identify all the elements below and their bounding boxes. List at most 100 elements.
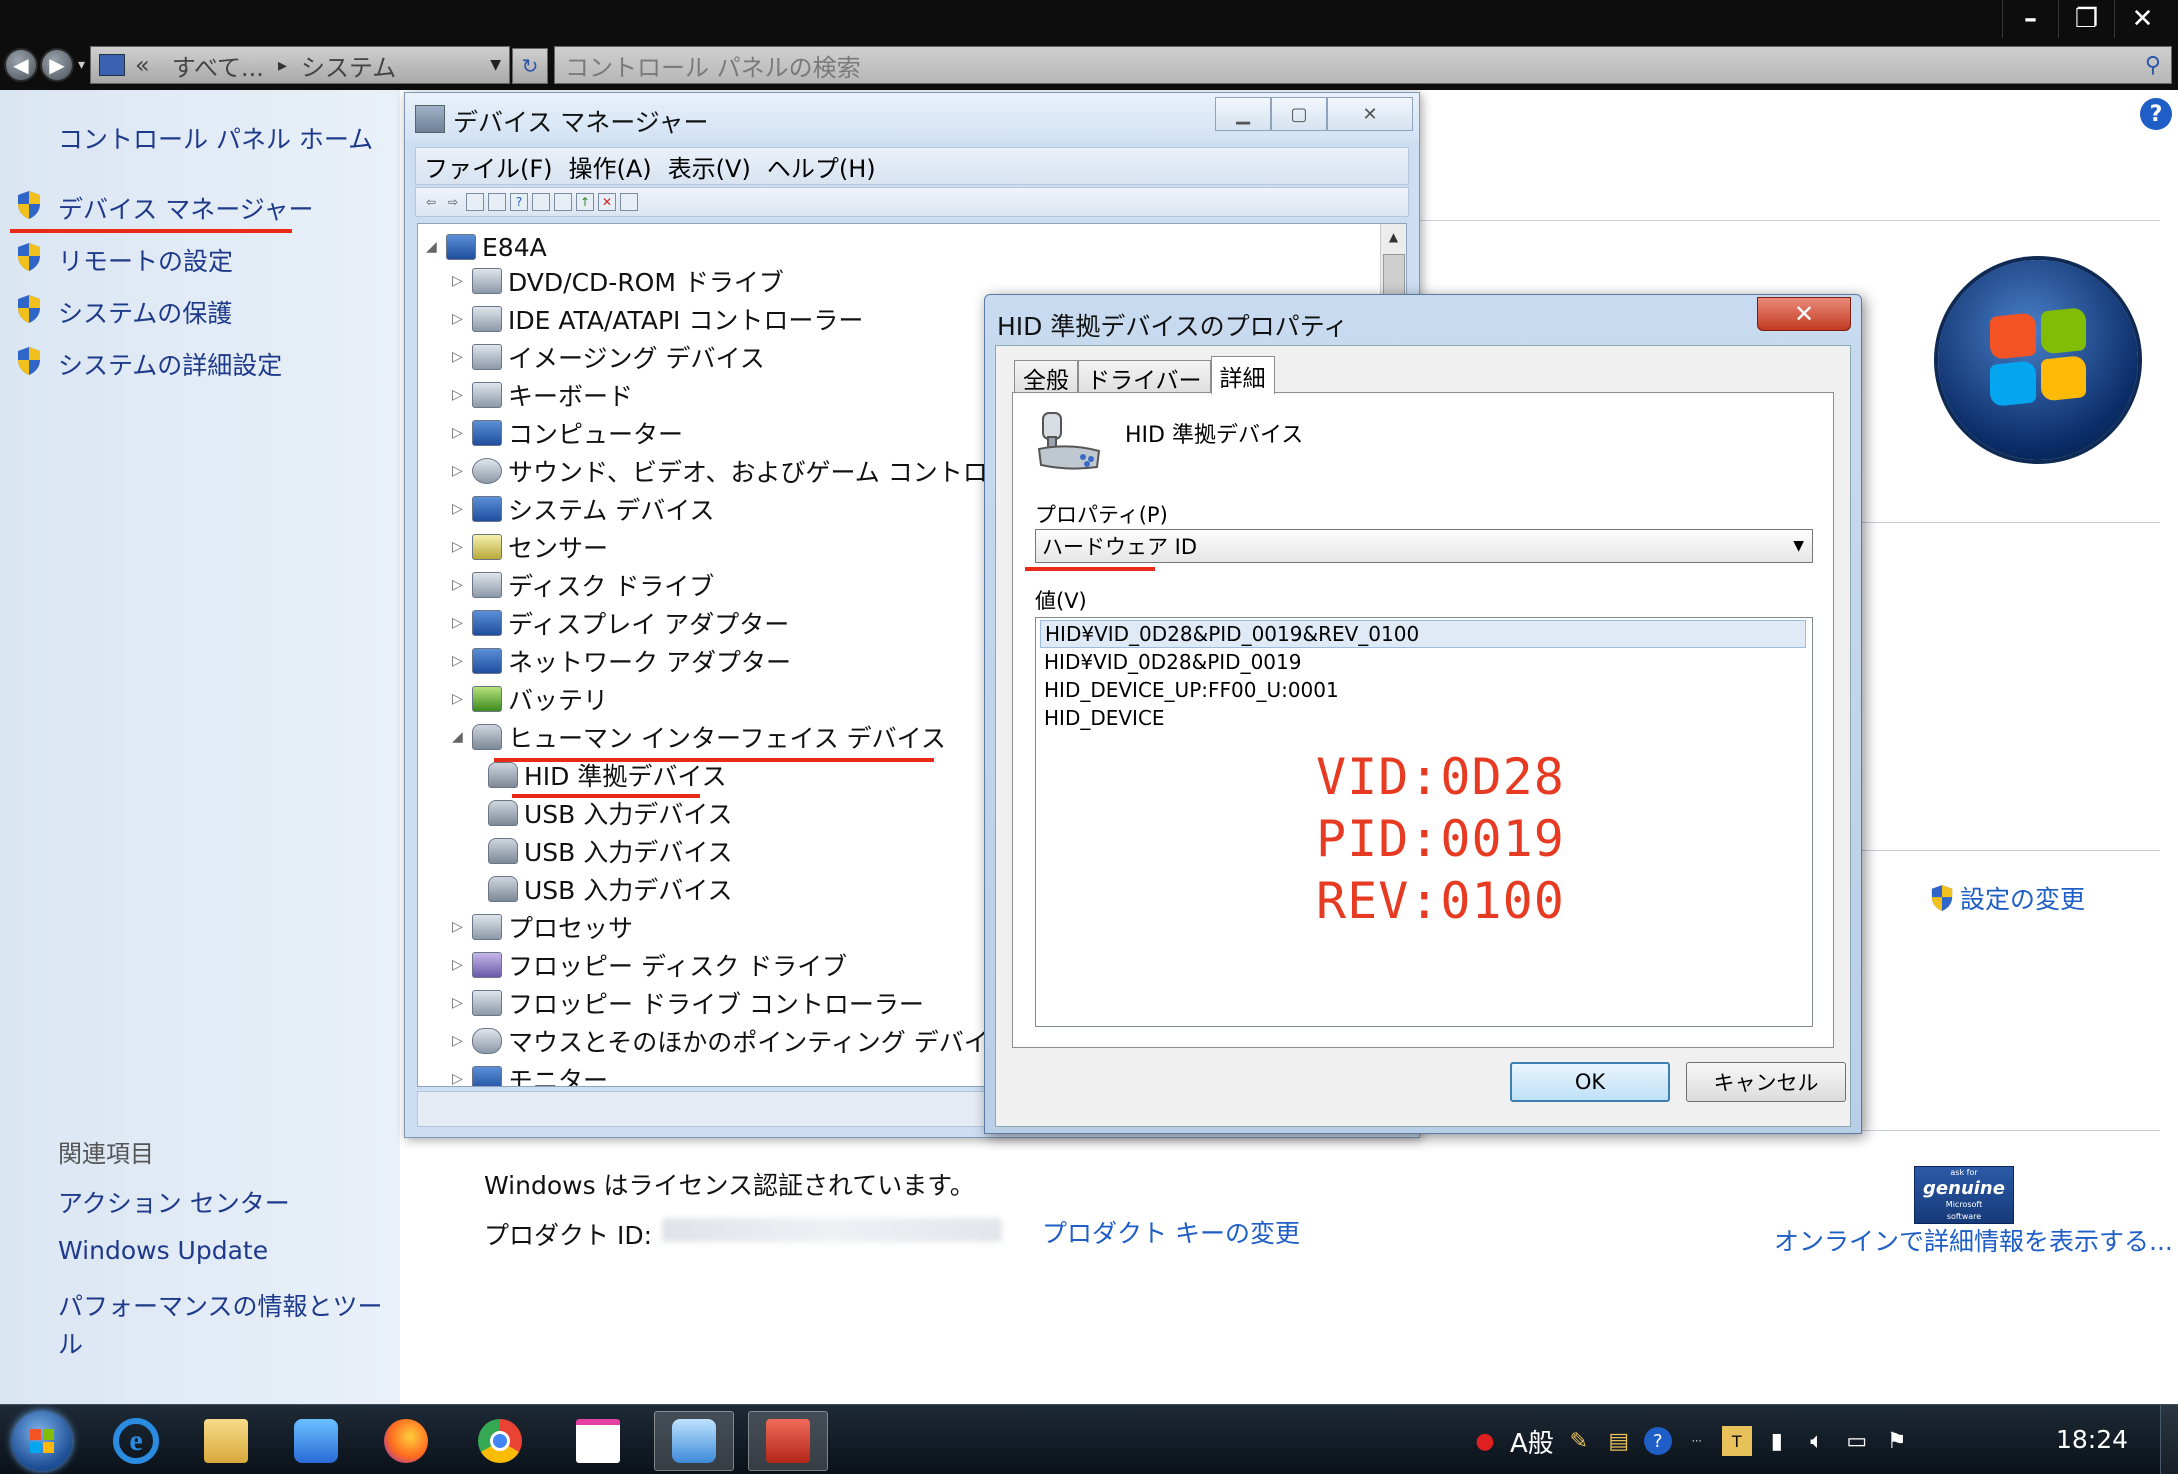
expand-icon[interactable]: ▷ — [452, 691, 466, 707]
taskbar-control-panel[interactable] — [654, 1411, 734, 1471]
start-button[interactable] — [12, 1411, 72, 1471]
task-link-advanced-settings[interactable]: システムの詳細設定 — [58, 346, 282, 382]
change-settings-label[interactable]: 設定の変更 — [1960, 880, 2085, 916]
tree-item-floppy-controllers[interactable]: ▷ フロッピー ドライブ コントローラー — [452, 986, 924, 1020]
properties-icon[interactable] — [488, 193, 506, 211]
task-link-system-protection[interactable]: システムの保護 — [58, 294, 232, 330]
tree-item-hid-compliant-device[interactable]: HID 準拠デバイス — [488, 758, 727, 792]
tree-item-usb-input-device[interactable]: USB 入力デバイス — [488, 796, 733, 830]
ime-mode-indicator[interactable]: A般 — [1510, 1423, 1554, 1460]
tree-item-display-adapters[interactable]: ▷ ディスプレイ アダプター — [452, 606, 789, 640]
tree-item-sound-video-game[interactable]: ▷ サウンド、ビデオ、およびゲーム コントロ — [452, 454, 988, 488]
refresh-button[interactable]: ↻ — [512, 48, 548, 84]
breadcrumb-overflow[interactable]: « — [135, 51, 150, 79]
taskbar-toolbox[interactable] — [748, 1411, 828, 1471]
taskbar-file-explorer[interactable] — [186, 1411, 266, 1471]
expand-icon[interactable]: ▷ — [452, 273, 466, 289]
restore-button[interactable]: ❐ — [2058, 0, 2114, 38]
ime-pad-icon[interactable]: ✎ — [1564, 1426, 1594, 1456]
change-settings-link[interactable]: 設定の変更 — [1930, 880, 2085, 916]
help-icon[interactable]: ? — [2140, 98, 2172, 130]
value-item[interactable]: HID¥VID_0D28&PID_0019 — [1040, 648, 1806, 676]
collapse-icon[interactable]: ◢ — [452, 729, 466, 745]
property-select[interactable]: ハードウェア ID ▼ — [1035, 529, 1813, 563]
minimize-button[interactable]: ▁ — [1215, 97, 1271, 131]
task-link-remote-settings[interactable]: リモートの設定 — [58, 242, 233, 278]
menu-help[interactable]: ヘルプ(H) — [767, 149, 876, 184]
close-button[interactable]: ✕ — [1327, 97, 1413, 131]
dialog-close-button[interactable]: ✕ — [1757, 297, 1851, 331]
related-link-action-center[interactable]: アクション センター — [58, 1184, 290, 1220]
tab-driver[interactable]: ドライバー — [1078, 360, 1211, 394]
related-link-windows-update[interactable]: Windows Update — [58, 1236, 268, 1265]
tree-item-human-interface-devices[interactable]: ◢ ヒューマン インターフェイス デバイス — [452, 720, 946, 754]
back-button[interactable]: ◀ — [4, 48, 38, 82]
tree-item-disk-drives[interactable]: ▷ ディスク ドライブ — [452, 568, 714, 602]
ime-dictionary-icon[interactable]: ▤ — [1604, 1426, 1634, 1456]
dialog-titlebar[interactable]: HID 準拠デバイスのプロパティ ✕ — [985, 295, 1861, 343]
clock[interactable]: 18:24 — [2056, 1425, 2128, 1454]
search-input[interactable]: コントロール パネルの検索 ⚲ — [554, 46, 2172, 84]
enable-device-icon[interactable] — [620, 193, 638, 211]
expand-icon[interactable]: ▷ — [452, 919, 466, 935]
help-icon[interactable]: ? — [510, 193, 528, 211]
tree-item-network-adapters[interactable]: ▷ ネットワーク アダプター — [452, 644, 791, 678]
minimize-button[interactable]: – — [2002, 0, 2058, 38]
action-center-flag-icon[interactable]: ⚑ — [1882, 1426, 1912, 1456]
search-icon[interactable]: ⚲ — [2145, 53, 2161, 78]
expand-icon[interactable]: ▷ — [452, 425, 466, 441]
tree-item-computer[interactable]: ▷ コンピューター — [452, 416, 683, 450]
chevron-down-icon[interactable]: ▼ — [1793, 538, 1804, 554]
tree-item-usb-input-device[interactable]: USB 入力デバイス — [488, 872, 733, 906]
menu-action[interactable]: 操作(A) — [569, 149, 652, 184]
control-panel-home-link[interactable]: コントロール パネル ホーム — [58, 120, 373, 156]
volume-icon[interactable]: 🔈︎ — [1802, 1426, 1832, 1456]
cancel-button[interactable]: キャンセル — [1686, 1062, 1846, 1102]
expand-icon[interactable]: ▷ — [452, 501, 466, 517]
uninstall-icon[interactable]: ✕ — [598, 193, 616, 211]
tray-app-icon[interactable]: T — [1721, 1426, 1752, 1456]
expand-icon[interactable]: ▷ — [452, 653, 466, 669]
scroll-up-icon[interactable]: ▲ — [1381, 224, 1406, 250]
tree-item-mice[interactable]: ▷ マウスとそのほかのポインティング デバイ — [452, 1024, 989, 1058]
forward-button[interactable]: ▶ — [40, 48, 74, 82]
value-item[interactable]: HID_DEVICE_UP:FF00_U:0001 — [1040, 676, 1806, 704]
tree-item-dvd-drives[interactable]: ▷ DVD/CD-ROM ドライブ — [452, 264, 784, 298]
collapse-icon[interactable]: ◢ — [426, 239, 440, 255]
tree-item-floppy-disk-drives[interactable]: ▷ フロッピー ディスク ドライブ — [452, 948, 847, 982]
update-driver-icon[interactable]: ↑ — [576, 193, 594, 211]
taskbar-internet-explorer[interactable]: e — [96, 1411, 176, 1471]
expand-icon[interactable]: ▷ — [452, 349, 466, 365]
tree-item-keyboards[interactable]: ▷ キーボード — [452, 378, 633, 412]
breadcrumb-all-items[interactable]: すべて... — [172, 48, 264, 83]
ime-help-icon[interactable]: ? — [1643, 1427, 1672, 1455]
value-item[interactable]: HID¥VID_0D28&PID_0019&REV_0100 — [1040, 620, 1806, 648]
network-icon[interactable]: ▭ — [1842, 1426, 1872, 1456]
tree-item-system-devices[interactable]: ▷ システム デバイス — [452, 492, 714, 526]
scan-hardware-icon[interactable] — [554, 193, 572, 211]
online-info-link[interactable]: オンラインで詳細情報を表示する... — [1774, 1222, 2173, 1258]
menu-file[interactable]: ファイル(F) — [424, 149, 553, 184]
menu-view[interactable]: 表示(V) — [668, 149, 751, 184]
breadcrumb-separator-icon[interactable]: ▸ — [278, 55, 287, 76]
close-button[interactable]: ✕ — [2114, 0, 2170, 38]
expand-icon[interactable]: ▷ — [452, 387, 466, 403]
back-arrow-icon[interactable]: ⇦ — [422, 193, 440, 211]
show-desktop-button[interactable] — [2160, 1405, 2178, 1474]
address-bar[interactable]: « すべて... ▸ システム ▼ — [90, 46, 510, 84]
expand-icon[interactable]: ▷ — [452, 995, 466, 1011]
task-link-device-manager[interactable]: デバイス マネージャー — [58, 190, 313, 226]
expand-icon[interactable]: ▷ — [452, 463, 466, 479]
ok-button[interactable]: OK — [1510, 1062, 1670, 1102]
tree-item-usb-input-device[interactable]: USB 入力デバイス — [488, 834, 733, 868]
expand-icon[interactable]: ▷ — [452, 311, 466, 327]
tree-item-sensors[interactable]: ▷ センサー — [452, 530, 608, 564]
tab-general[interactable]: 全般 — [1014, 360, 1078, 394]
battery-icon[interactable]: ▮ — [1762, 1426, 1792, 1456]
address-dropdown-icon[interactable]: ▼ — [490, 57, 501, 73]
expand-icon[interactable]: ▷ — [452, 1033, 466, 1049]
expand-icon[interactable]: ▷ — [452, 1071, 466, 1086]
expand-icon[interactable]: ▷ — [452, 957, 466, 973]
expand-icon[interactable]: ▷ — [452, 539, 466, 555]
caps-kana-icon[interactable]: ⋯ — [1682, 1426, 1712, 1456]
